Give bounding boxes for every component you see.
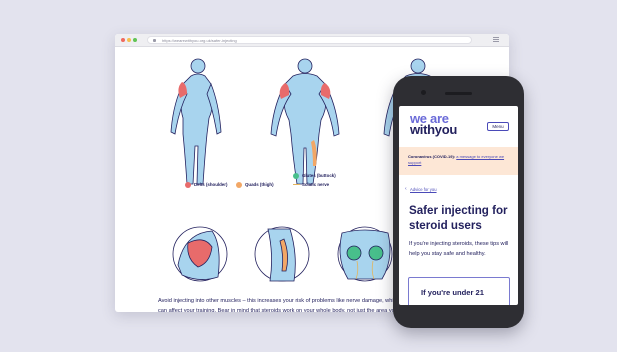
glutes-legend-dot [293, 173, 299, 179]
legend-quads: Quads (thigh) [245, 182, 274, 187]
covid-alert-banner: Coronavirus (COVID-19): a message to eve… [399, 147, 518, 175]
browser-toolbar: https://wearewithyou.org.uk/safer-inject… [115, 34, 509, 47]
browser-menu-icon[interactable] [493, 37, 499, 42]
alert-title: Coronavirus (COVID-19): [408, 154, 456, 159]
phone-speaker [445, 92, 472, 95]
intro-paragraph: If you're injecting steroids, these tips… [409, 241, 509, 257]
lock-icon [153, 39, 156, 42]
body-figure-front-center [270, 58, 340, 185]
legend-delts: Delts (shoulder) [194, 182, 228, 187]
address-bar[interactable]: https://wearewithyou.org.uk/safer-inject… [147, 36, 472, 44]
minimize-window-dot[interactable] [127, 38, 131, 42]
quads-legend-dot [236, 182, 242, 188]
close-window-dot[interactable] [121, 38, 125, 42]
address-url: https://wearewithyou.org.uk/safer-inject… [162, 38, 237, 43]
article-paragraph: Avoid injecting into other muscles – thi… [158, 298, 404, 312]
chevron-left-icon: ‹ [405, 186, 407, 192]
under-21-card[interactable]: If you're under 21 [408, 277, 510, 305]
maximize-window-dot[interactable] [133, 38, 137, 42]
delts-legend-dot [185, 182, 191, 188]
legend-glutes: Glutes (buttock) [302, 173, 336, 178]
legend-sciatic: Sciatic nerve [302, 182, 330, 187]
front-camera [421, 90, 426, 95]
page-title: Safer injecting for steroid users [409, 204, 508, 232]
advice-back-link[interactable]: Advice for you [410, 187, 437, 192]
body-figure-front-left [170, 58, 222, 185]
site-logo[interactable]: we are withyou [410, 112, 470, 137]
glutes-closeup [337, 226, 393, 282]
thigh-closeup [254, 226, 310, 282]
shoulder-closeup [172, 226, 228, 282]
phone-screen: we are withyou Menu Coronavirus (COVID-1… [399, 106, 518, 305]
alert-text: Coronavirus (COVID-19): a message to eve… [408, 154, 508, 166]
phone-device: we are withyou Menu Coronavirus (COVID-1… [393, 76, 524, 328]
menu-button[interactable]: Menu [487, 122, 509, 131]
sciatic-legend-line [293, 184, 300, 185]
card-title: If you're under 21 [421, 288, 484, 297]
logo-line-2: withyou [410, 122, 458, 137]
